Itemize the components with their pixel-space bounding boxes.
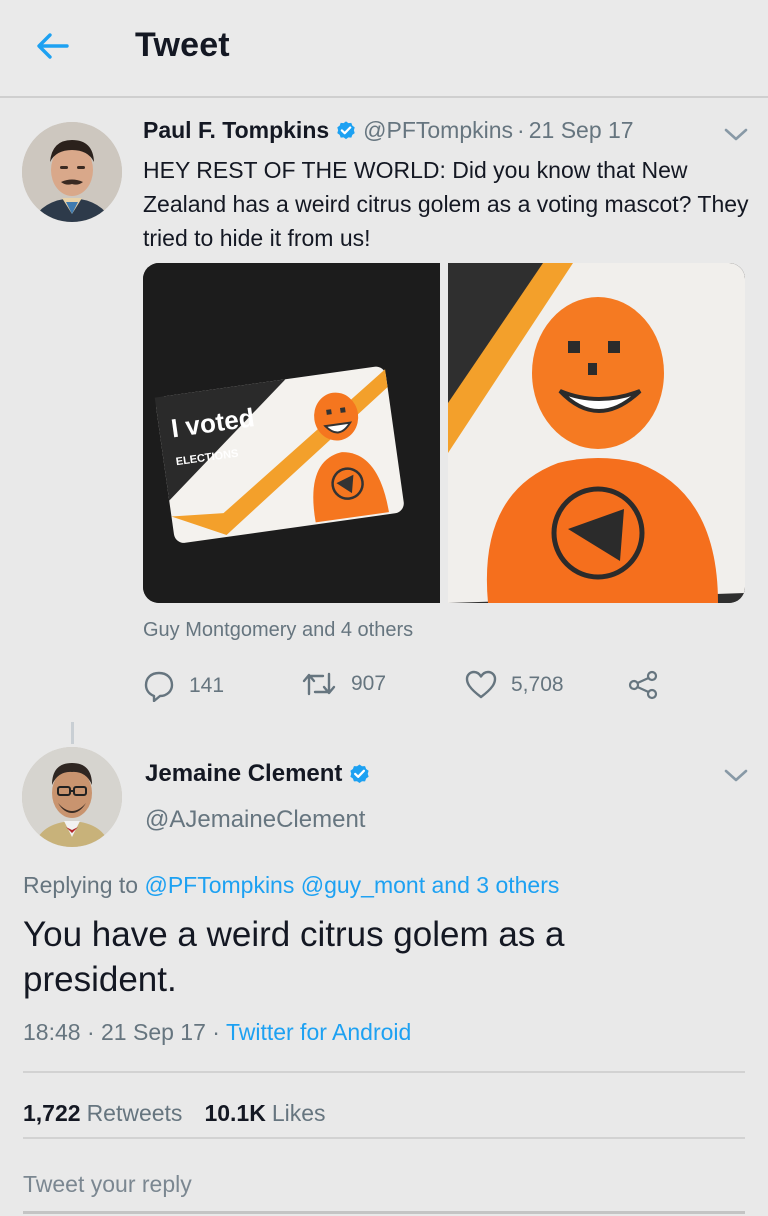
chevron-down-icon[interactable] — [722, 765, 750, 785]
tweet-text: HEY REST OF THE WORLD: Did you know that… — [143, 157, 749, 251]
tweet-time: 18:48 — [23, 1019, 81, 1045]
reply-icon — [144, 671, 174, 702]
author-name[interactable]: Jemaine Clement — [145, 760, 342, 788]
retweet-icon — [302, 672, 336, 696]
likes-count: 10.1K — [204, 1100, 266, 1126]
avatar-image — [22, 747, 122, 847]
tweet-stats: 1,722 Retweets 10.1K Likes — [23, 1100, 326, 1127]
top-bar: Tweet — [0, 0, 768, 98]
reply-count: 141 — [189, 674, 225, 697]
media-photo-closeup[interactable] — [448, 263, 745, 603]
arrow-left-icon — [37, 33, 69, 59]
separator-dot: · — [517, 117, 525, 143]
retweets-label: Retweets — [86, 1100, 183, 1126]
like-button[interactable]: 5,708 — [465, 670, 564, 700]
retweets-stat[interactable]: 1,722 Retweets — [23, 1100, 182, 1126]
like-count: 5,708 — [511, 673, 564, 696]
tweet-meta: 18:48 · 21 Sep 17 · Twitter for Android — [23, 1019, 411, 1046]
liked-by-text[interactable]: Guy Montgomery and 4 others — [143, 619, 413, 642]
tweet-date[interactable]: 21 Sep 17 — [529, 117, 634, 144]
reply-author-name-row: Jemaine Clement — [145, 760, 377, 788]
chevron-down-icon[interactable] — [722, 124, 750, 144]
likes-label: Likes — [271, 1100, 326, 1126]
reply-input[interactable] — [23, 1168, 723, 1200]
tweet-date: 21 Sep 17 — [101, 1019, 206, 1045]
share-button[interactable] — [627, 670, 659, 700]
avatar-paul-f-tompkins[interactable] — [22, 122, 122, 222]
retweet-count: 907 — [351, 672, 387, 695]
replying-to-others-link[interactable]: and 3 others — [432, 872, 560, 898]
tweet-media: I voted ELECTIONS — [143, 263, 745, 603]
replying-to-link-guy-mont[interactable]: @guy_mont — [301, 872, 425, 898]
replying-prefix: Replying to — [23, 872, 139, 898]
divider — [23, 1071, 745, 1073]
share-icon — [628, 670, 658, 700]
closeup-photo — [448, 263, 745, 603]
tweet-source-link[interactable]: Twitter for Android — [226, 1019, 411, 1045]
replying-to: Replying to @PFTompkins @guy_mont and 3 … — [23, 872, 559, 899]
back-button[interactable] — [30, 26, 74, 66]
tweet-actions: 141 907 5,708 — [143, 670, 743, 706]
tweet1-header: Paul F. Tompkins @PFTompkins · 21 Sep 17 — [143, 117, 634, 144]
heart-icon — [465, 670, 497, 699]
divider — [23, 1137, 745, 1139]
reply-input-underline — [23, 1211, 745, 1214]
reply-button[interactable]: 141 — [143, 670, 224, 702]
thread-connector — [71, 722, 74, 744]
avatar-jemaine-clement[interactable] — [22, 747, 122, 847]
media-photo-sticker[interactable]: I voted ELECTIONS — [143, 263, 440, 603]
retweet-button[interactable]: 907 — [301, 670, 386, 698]
sticker-photo: I voted ELECTIONS — [143, 263, 440, 603]
author-handle[interactable]: @PFTompkins — [363, 117, 513, 144]
tweet-text: You have a weird citrus golem as a presi… — [23, 915, 565, 999]
retweets-count: 1,722 — [23, 1100, 81, 1126]
separator-dot: · — [86, 1019, 95, 1045]
verified-badge-icon — [350, 763, 370, 783]
likes-stat[interactable]: 10.1K Likes — [204, 1100, 325, 1126]
separator-dot: · — [212, 1019, 220, 1045]
page-title: Tweet — [135, 26, 230, 64]
author-handle[interactable]: @AJemaineClement — [145, 806, 365, 834]
replying-to-link-pftompkins[interactable]: @PFTompkins — [144, 872, 294, 898]
avatar-image — [22, 122, 122, 222]
verified-badge-icon — [337, 120, 355, 139]
author-name[interactable]: Paul F. Tompkins — [143, 117, 329, 144]
